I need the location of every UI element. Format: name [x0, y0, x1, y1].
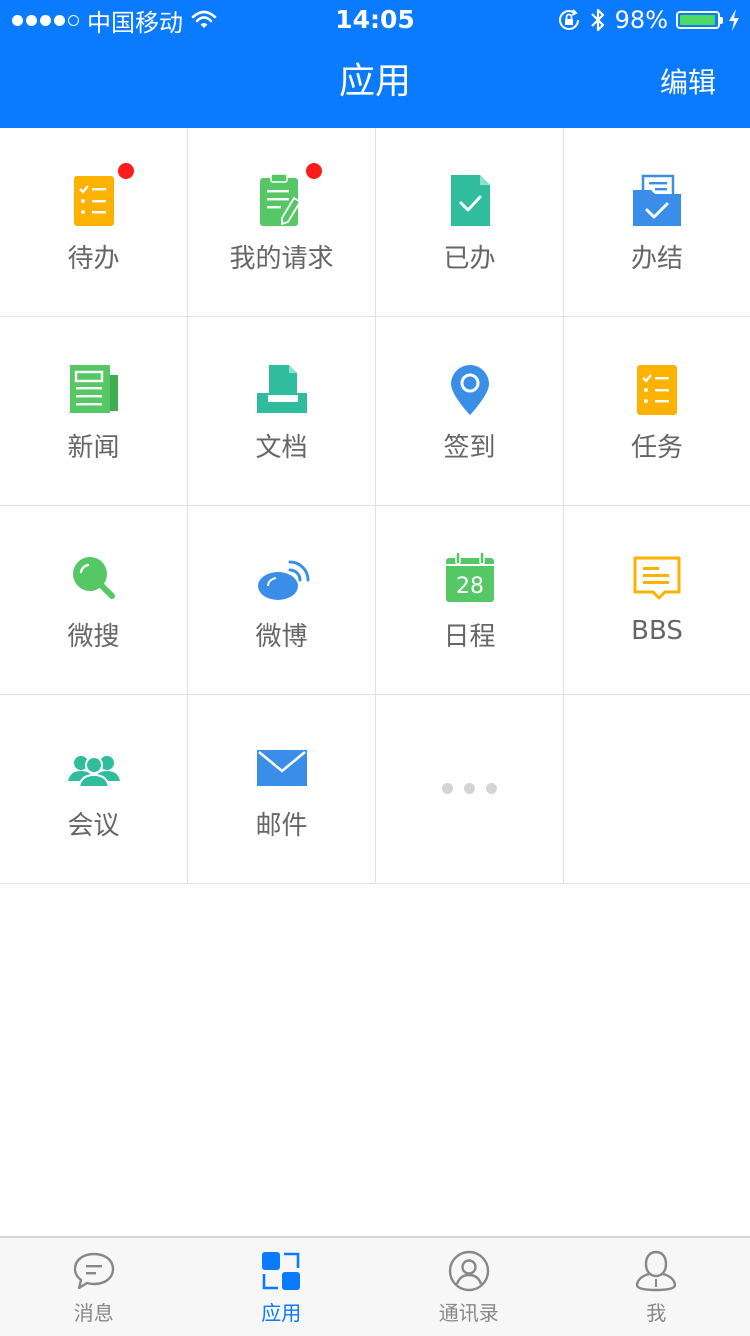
app-todo[interactable]: 待办 — [0, 128, 188, 316]
todo-list-icon — [66, 172, 122, 228]
tab-label: 消息 — [74, 1297, 114, 1326]
app-my-requests[interactable]: 我的请求 — [188, 128, 376, 316]
app-grid-row: 待办 我的请求 — [0, 128, 750, 317]
mail-icon — [254, 739, 310, 795]
app-label: 待办 — [67, 238, 119, 275]
task-list-icon — [629, 361, 685, 417]
app-bbs[interactable]: BBS — [564, 506, 750, 694]
location-pin-icon — [442, 361, 498, 417]
charging-icon — [728, 9, 740, 31]
battery-icon — [676, 11, 720, 29]
edit-button[interactable]: 编辑 — [660, 40, 716, 128]
app-label: 签到 — [443, 427, 495, 464]
chat-board-icon — [629, 550, 685, 606]
app-label: 微搜 — [67, 616, 119, 653]
newspaper-icon — [66, 361, 122, 417]
bluetooth-icon — [589, 7, 607, 33]
meeting-people-icon — [66, 739, 122, 795]
app-micro-search[interactable]: 微搜 — [0, 506, 188, 694]
app-label: BBS — [631, 616, 683, 646]
calendar-day-text: 28 — [456, 574, 484, 599]
empty-cell — [564, 695, 750, 883]
app-grid-row: 微搜 微博 28 — [0, 506, 750, 695]
app-label: 已办 — [443, 238, 495, 275]
app-completed[interactable]: 办结 — [564, 128, 750, 316]
app-more[interactable] — [376, 695, 564, 883]
notification-badge — [306, 163, 322, 179]
app-weibo[interactable]: 微博 — [188, 506, 376, 694]
app-news[interactable]: 新闻 — [0, 317, 188, 505]
weibo-icon — [254, 550, 310, 606]
app-documents[interactable]: 文档 — [188, 317, 376, 505]
app-tasks[interactable]: 任务 — [564, 317, 750, 505]
tab-label: 应用 — [261, 1297, 301, 1326]
contacts-icon — [447, 1249, 491, 1293]
app-label: 办结 — [631, 238, 683, 275]
navigation-bar: 应用 编辑 — [0, 40, 750, 128]
notification-badge — [118, 163, 134, 179]
app-check-in[interactable]: 签到 — [376, 317, 564, 505]
apps-icon — [259, 1249, 303, 1293]
app-label: 会议 — [67, 805, 119, 842]
tab-apps[interactable]: 应用 — [188, 1238, 376, 1336]
done-document-icon — [442, 172, 498, 228]
document-tray-icon — [254, 361, 310, 417]
page-title: 应用 — [0, 40, 750, 128]
app-mail[interactable]: 邮件 — [188, 695, 376, 883]
app-meeting[interactable]: 会议 — [0, 695, 188, 883]
app-schedule[interactable]: 28 日程 — [376, 506, 564, 694]
rotation-lock-icon — [557, 8, 581, 32]
tab-bar: 消息 应用 通讯录 — [0, 1236, 750, 1336]
app-label: 任务 — [631, 427, 683, 464]
app-grid: 待办 我的请求 — [0, 128, 750, 884]
calendar-icon: 28 — [442, 550, 498, 606]
more-icon — [376, 783, 563, 794]
battery-percentage: 98% — [615, 6, 668, 34]
app-label: 微博 — [255, 616, 307, 653]
app-label: 文档 — [255, 427, 307, 464]
app-label: 邮件 — [255, 805, 307, 842]
tab-messages[interactable]: 消息 — [0, 1238, 188, 1336]
profile-icon — [634, 1249, 678, 1293]
tab-contacts[interactable]: 通讯录 — [375, 1238, 563, 1336]
tab-me[interactable]: 我 — [563, 1238, 750, 1336]
tab-label: 我 — [646, 1297, 666, 1326]
app-label: 日程 — [443, 616, 495, 653]
app-label: 我的请求 — [229, 238, 333, 275]
app-label: 新闻 — [67, 427, 119, 464]
status-right: 98% — [557, 0, 740, 40]
clipboard-edit-icon — [254, 172, 310, 228]
tab-label: 通讯录 — [439, 1297, 499, 1326]
message-icon — [72, 1249, 116, 1293]
completed-folder-icon — [629, 172, 685, 228]
search-icon — [66, 550, 122, 606]
app-grid-row: 新闻 文档 签到 — [0, 317, 750, 506]
app-grid-row: 会议 邮件 — [0, 695, 750, 884]
app-done[interactable]: 已办 — [376, 128, 564, 316]
status-bar: 中国移动 14:05 98% — [0, 0, 750, 40]
